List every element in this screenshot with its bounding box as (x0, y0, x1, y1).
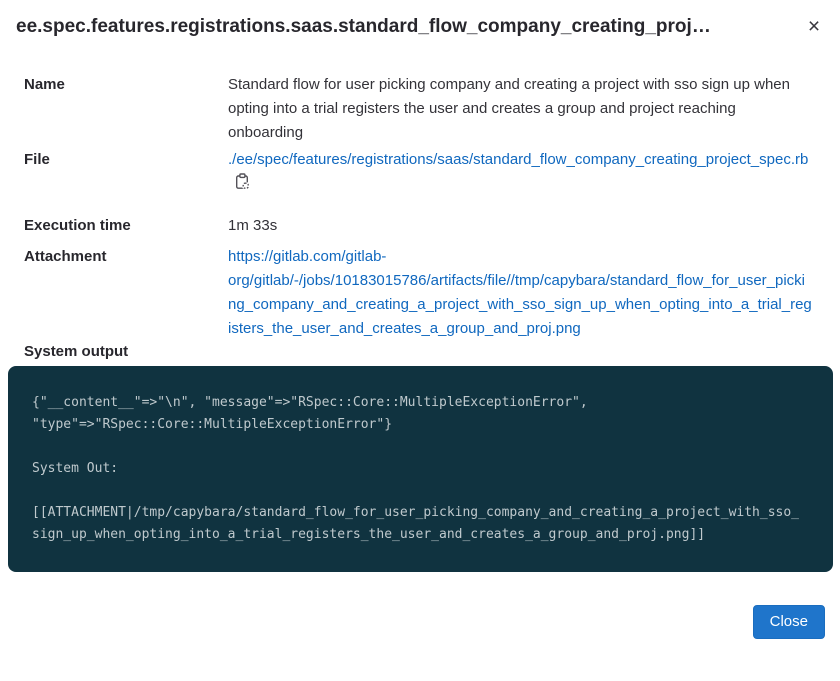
modal-header: ee.spec.features.registrations.saas.stan… (0, 0, 840, 40)
file-value: ./ee/spec/features/registrations/saas/st… (228, 148, 812, 196)
execution-time-value: 1m 33s (228, 214, 812, 238)
field-row-name: Name Standard flow for user picking comp… (24, 73, 812, 145)
attachment-value: https://gitlab.com/gitlab-org/gitlab/-/j… (228, 245, 812, 341)
system-output-heading: System output (24, 341, 812, 363)
close-icon[interactable]: × (802, 15, 826, 39)
execution-time-label: Execution time (24, 214, 228, 238)
modal-body: Name Standard flow for user picking comp… (0, 40, 840, 363)
field-row-execution-time: Execution time 1m 33s (24, 214, 812, 238)
test-case-details-modal: ee.spec.features.registrations.saas.stan… (0, 0, 840, 681)
attachment-url-link[interactable]: https://gitlab.com/gitlab-org/gitlab/-/j… (228, 248, 812, 337)
file-label: File (24, 148, 228, 172)
close-button[interactable]: Close (753, 605, 825, 639)
modal-title: ee.spec.features.registrations.saas.stan… (16, 14, 794, 40)
name-label: Name (24, 73, 228, 97)
file-path-link[interactable]: ./ee/spec/features/registrations/saas/st… (228, 151, 808, 168)
name-value: Standard flow for user picking company a… (228, 73, 812, 145)
field-row-attachment: Attachment https://gitlab.com/gitlab-org… (24, 245, 812, 341)
system-output-code-block: {"__content__"=>"\n", "message"=>"RSpec:… (8, 366, 833, 572)
copy-file-path-button[interactable] (235, 173, 250, 190)
attachment-label: Attachment (24, 245, 228, 269)
field-row-file: File ./ee/spec/features/registrations/sa… (24, 148, 812, 196)
copy-to-clipboard-icon (235, 178, 250, 193)
modal-footer: Close (0, 605, 840, 639)
